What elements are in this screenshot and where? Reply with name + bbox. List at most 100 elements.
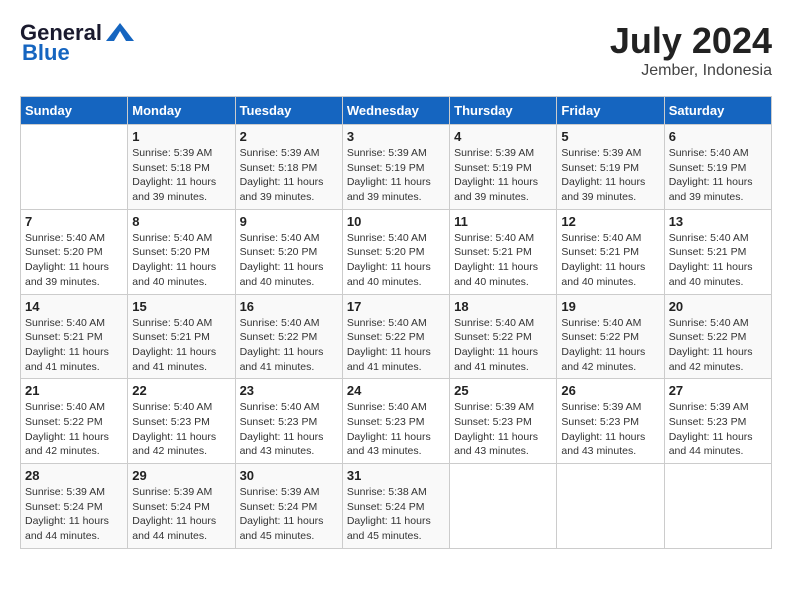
calendar-cell: 20Sunrise: 5:40 AM Sunset: 5:22 PM Dayli…: [664, 294, 771, 379]
day-number: 9: [240, 214, 338, 229]
day-number: 2: [240, 129, 338, 144]
calendar-cell: [557, 464, 664, 549]
calendar-cell: 21 Sunrise: 5:40 AM Sunset: 5:22 PM Dayli…: [21, 379, 128, 464]
day-info: Sunrise: 5:40 AM Sunset: 5:23 PM Dayligh…: [240, 400, 338, 459]
calendar-week-row: 14 Sunrise: 5:40 AM Sunset: 5:21 PM Dayli…: [21, 294, 772, 379]
calendar-cell: 14 Sunrise: 5:40 AM Sunset: 5:21 PM Dayli…: [21, 294, 128, 379]
logo-blue: Blue: [22, 40, 70, 66]
day-info: Sunrise: 5:40 AM Sunset: 5:21 PM Dayligh…: [561, 231, 659, 290]
day-number: 12: [561, 214, 659, 229]
day-number: 31: [347, 468, 445, 483]
day-number: 24: [347, 383, 445, 398]
calendar-week-row: 7 Sunrise: 5:40 AM Sunset: 5:20 PM Daylig…: [21, 209, 772, 294]
calendar-cell: 19Sunrise: 5:40 AM Sunset: 5:22 PM Dayli…: [557, 294, 664, 379]
day-number: 10: [347, 214, 445, 229]
calendar-cell: 4 Sunrise: 5:39 AM Sunset: 5:19 PM Daylig…: [450, 125, 557, 210]
day-number: 21: [25, 383, 123, 398]
calendar-week-row: 28 Sunrise: 5:39 AM Sunset: 5:24 PM Dayli…: [21, 464, 772, 549]
calendar-cell: 17 Sunrise: 5:40 AM Sunset: 5:22 PM Dayli…: [342, 294, 449, 379]
day-info: Sunrise: 5:39 AM Sunset: 5:19 PM Dayligh…: [347, 146, 445, 205]
calendar-cell: 28 Sunrise: 5:39 AM Sunset: 5:24 PM Dayli…: [21, 464, 128, 549]
weekday-header-tuesday: Tuesday: [235, 97, 342, 125]
calendar-cell: 8Sunrise: 5:40 AM Sunset: 5:20 PM Daylig…: [128, 209, 235, 294]
weekday-header-wednesday: Wednesday: [342, 97, 449, 125]
calendar-week-row: 21 Sunrise: 5:40 AM Sunset: 5:22 PM Dayli…: [21, 379, 772, 464]
day-number: 23: [240, 383, 338, 398]
calendar-cell: 27 Sunrise: 5:39 AM Sunset: 5:23 PM Dayli…: [664, 379, 771, 464]
day-info: Sunrise: 5:40 AM Sunset: 5:23 PM Dayligh…: [132, 400, 230, 459]
calendar-cell: 1Sunrise: 5:39 AM Sunset: 5:18 PM Daylig…: [128, 125, 235, 210]
calendar-cell: 18Sunrise: 5:40 AM Sunset: 5:22 PM Dayli…: [450, 294, 557, 379]
day-info: Sunrise: 5:39 AM Sunset: 5:24 PM Dayligh…: [25, 485, 123, 544]
day-info: Sunrise: 5:39 AM Sunset: 5:19 PM Dayligh…: [454, 146, 552, 205]
day-info: Sunrise: 5:40 AM Sunset: 5:20 PM Dayligh…: [240, 231, 338, 290]
logo: General Blue: [20, 20, 134, 66]
day-info: Sunrise: 5:40 AM Sunset: 5:21 PM Dayligh…: [454, 231, 552, 290]
day-info: Sunrise: 5:40 AM Sunset: 5:21 PM Dayligh…: [132, 316, 230, 375]
calendar-cell: 12 Sunrise: 5:40 AM Sunset: 5:21 PM Dayli…: [557, 209, 664, 294]
day-number: 11: [454, 214, 552, 229]
calendar-cell: 25 Sunrise: 5:39 AM Sunset: 5:23 PM Dayli…: [450, 379, 557, 464]
day-number: 5: [561, 129, 659, 144]
day-info: Sunrise: 5:40 AM Sunset: 5:22 PM Dayligh…: [25, 400, 123, 459]
day-info: Sunrise: 5:40 AM Sunset: 5:20 PM Dayligh…: [347, 231, 445, 290]
calendar-cell: 31Sunrise: 5:38 AM Sunset: 5:24 PM Dayli…: [342, 464, 449, 549]
calendar-cell: 6Sunrise: 5:40 AM Sunset: 5:19 PM Daylig…: [664, 125, 771, 210]
weekday-header-friday: Friday: [557, 97, 664, 125]
day-number: 29: [132, 468, 230, 483]
day-number: 28: [25, 468, 123, 483]
logo-arrow-icon: [106, 23, 134, 41]
weekday-header-thursday: Thursday: [450, 97, 557, 125]
calendar-cell: 10 Sunrise: 5:40 AM Sunset: 5:20 PM Dayli…: [342, 209, 449, 294]
day-info: Sunrise: 5:39 AM Sunset: 5:23 PM Dayligh…: [454, 400, 552, 459]
calendar-table: SundayMondayTuesdayWednesdayThursdayFrid…: [20, 96, 772, 549]
day-number: 17: [347, 299, 445, 314]
day-info: Sunrise: 5:39 AM Sunset: 5:23 PM Dayligh…: [561, 400, 659, 459]
calendar-cell: 16Sunrise: 5:40 AM Sunset: 5:22 PM Dayli…: [235, 294, 342, 379]
day-number: 14: [25, 299, 123, 314]
weekday-header-saturday: Saturday: [664, 97, 771, 125]
calendar-cell: 5 Sunrise: 5:39 AM Sunset: 5:19 PM Daylig…: [557, 125, 664, 210]
calendar-cell: [664, 464, 771, 549]
day-info: Sunrise: 5:39 AM Sunset: 5:24 PM Dayligh…: [132, 485, 230, 544]
day-info: Sunrise: 5:39 AM Sunset: 5:18 PM Dayligh…: [240, 146, 338, 205]
day-info: Sunrise: 5:40 AM Sunset: 5:22 PM Dayligh…: [561, 316, 659, 375]
day-info: Sunrise: 5:39 AM Sunset: 5:24 PM Dayligh…: [240, 485, 338, 544]
calendar-cell: 2 Sunrise: 5:39 AM Sunset: 5:18 PM Daylig…: [235, 125, 342, 210]
day-number: 22: [132, 383, 230, 398]
day-number: 7: [25, 214, 123, 229]
calendar-cell: 24 Sunrise: 5:40 AM Sunset: 5:23 PM Dayli…: [342, 379, 449, 464]
day-number: 4: [454, 129, 552, 144]
day-number: 25: [454, 383, 552, 398]
day-number: 26: [561, 383, 659, 398]
day-number: 18: [454, 299, 552, 314]
day-number: 13: [669, 214, 767, 229]
day-number: 27: [669, 383, 767, 398]
weekday-header-sunday: Sunday: [21, 97, 128, 125]
day-info: Sunrise: 5:40 AM Sunset: 5:19 PM Dayligh…: [669, 146, 767, 205]
day-info: Sunrise: 5:40 AM Sunset: 5:22 PM Dayligh…: [669, 316, 767, 375]
day-info: Sunrise: 5:39 AM Sunset: 5:23 PM Dayligh…: [669, 400, 767, 459]
calendar-cell: 30 Sunrise: 5:39 AM Sunset: 5:24 PM Dayli…: [235, 464, 342, 549]
day-info: Sunrise: 5:40 AM Sunset: 5:23 PM Dayligh…: [347, 400, 445, 459]
calendar-cell: 11 Sunrise: 5:40 AM Sunset: 5:21 PM Dayli…: [450, 209, 557, 294]
day-info: Sunrise: 5:40 AM Sunset: 5:22 PM Dayligh…: [240, 316, 338, 375]
location-subtitle: Jember, Indonesia: [610, 62, 772, 80]
page-header: General Blue July 2024 Jember, Indonesia: [20, 20, 772, 80]
day-info: Sunrise: 5:40 AM Sunset: 5:20 PM Dayligh…: [25, 231, 123, 290]
calendar-cell: 9 Sunrise: 5:40 AM Sunset: 5:20 PM Daylig…: [235, 209, 342, 294]
day-info: Sunrise: 5:40 AM Sunset: 5:21 PM Dayligh…: [669, 231, 767, 290]
calendar-cell: 15 Sunrise: 5:40 AM Sunset: 5:21 PM Dayli…: [128, 294, 235, 379]
calendar-cell: 29 Sunrise: 5:39 AM Sunset: 5:24 PM Dayli…: [128, 464, 235, 549]
day-number: 30: [240, 468, 338, 483]
day-info: Sunrise: 5:39 AM Sunset: 5:19 PM Dayligh…: [561, 146, 659, 205]
title-block: July 2024 Jember, Indonesia: [610, 20, 772, 80]
calendar-cell: 22 Sunrise: 5:40 AM Sunset: 5:23 PM Dayli…: [128, 379, 235, 464]
day-info: Sunrise: 5:40 AM Sunset: 5:20 PM Dayligh…: [132, 231, 230, 290]
day-number: 15: [132, 299, 230, 314]
day-number: 3: [347, 129, 445, 144]
day-info: Sunrise: 5:40 AM Sunset: 5:22 PM Dayligh…: [347, 316, 445, 375]
day-info: Sunrise: 5:40 AM Sunset: 5:21 PM Dayligh…: [25, 316, 123, 375]
weekday-header-monday: Monday: [128, 97, 235, 125]
calendar-cell: 23 Sunrise: 5:40 AM Sunset: 5:23 PM Dayli…: [235, 379, 342, 464]
